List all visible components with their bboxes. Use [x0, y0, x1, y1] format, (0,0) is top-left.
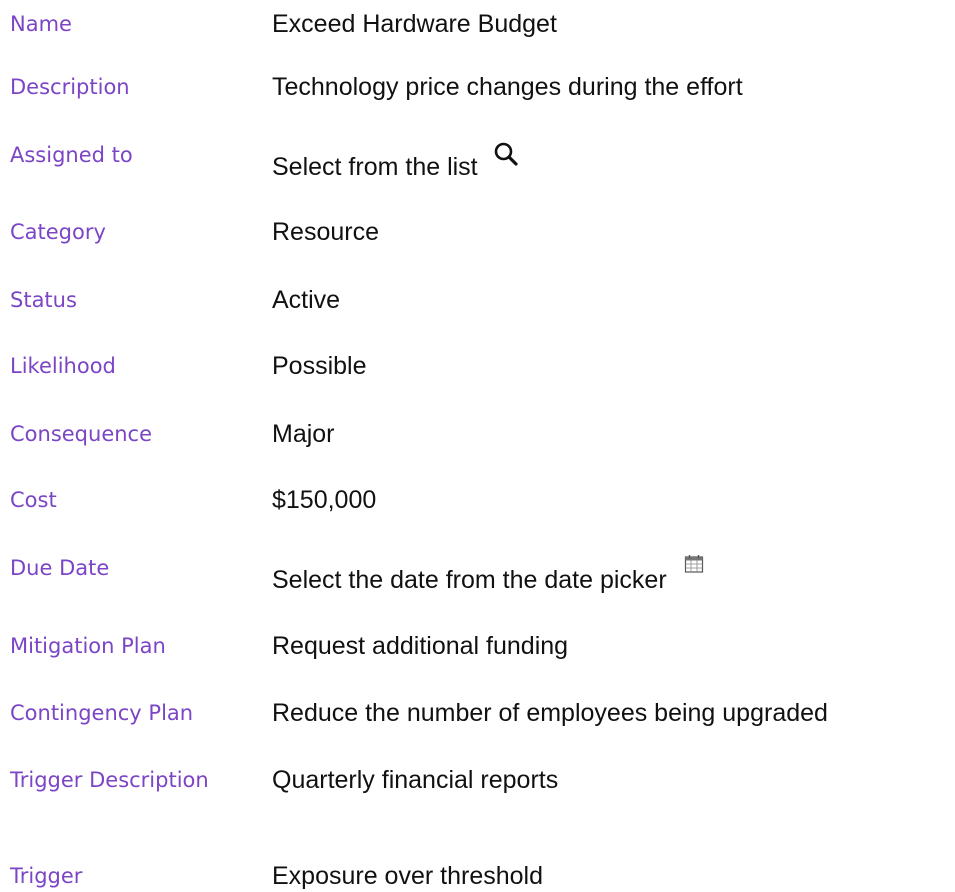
mitigation-plan-label: Mitigation Plan [10, 634, 166, 658]
calendar-icon[interactable] [684, 554, 704, 574]
name-value: Exceed Hardware Budget [272, 10, 557, 38]
name-label: Name [10, 12, 72, 36]
category-label: Category [10, 220, 106, 244]
description-value: Technology price changes during the effo… [272, 73, 743, 101]
assigned-to-label: Assigned to [10, 143, 133, 167]
mitigation-plan-value: Request additional funding [272, 632, 569, 660]
trigger-description-label: Trigger Description [10, 768, 209, 792]
due-date-label: Due Date [10, 556, 110, 580]
description-label: Description [10, 75, 130, 99]
trigger-description-value: Quarterly financial reports [272, 766, 559, 794]
due-date-picker[interactable]: Select the date from the date picker [272, 555, 704, 596]
status-label: Status [10, 288, 77, 312]
assigned-to-picker[interactable]: Select from the list [272, 142, 519, 183]
search-icon[interactable] [493, 141, 519, 167]
due-date-placeholder: Select the date from the date picker [272, 566, 667, 594]
status-value: Active [272, 286, 341, 314]
category-value: Resource [272, 218, 379, 246]
consequence-label: Consequence [10, 422, 153, 446]
assigned-to-placeholder: Select from the list [272, 153, 478, 181]
contingency-plan-label: Contingency Plan [10, 701, 194, 725]
cost-label: Cost [10, 488, 57, 512]
consequence-value: Major [272, 420, 335, 448]
trigger-value: Exposure over threshold [272, 862, 543, 890]
likelihood-label: Likelihood [10, 354, 116, 378]
likelihood-value: Possible [272, 352, 367, 380]
trigger-label: Trigger [10, 864, 83, 888]
cost-value: $150,000 [272, 486, 377, 514]
contingency-plan-value: Reduce the number of employees being upg… [272, 699, 828, 727]
